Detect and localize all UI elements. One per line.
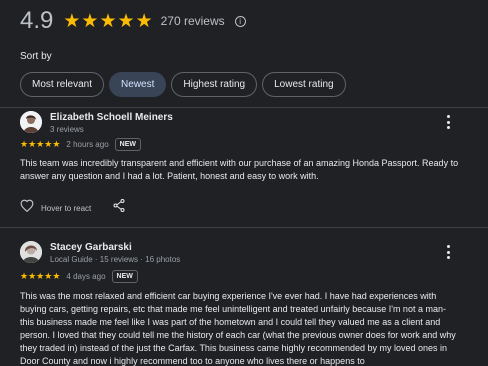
divider bbox=[0, 227, 488, 228]
sort-chip-most-relevant[interactable]: Most relevant bbox=[20, 72, 105, 97]
more-vert-icon[interactable] bbox=[442, 115, 454, 129]
star-icon: ★ bbox=[44, 271, 53, 281]
share-icon[interactable] bbox=[113, 199, 125, 217]
review-count: 270 reviews bbox=[160, 14, 225, 28]
average-stars: ★ ★ ★ ★ ★ bbox=[63, 12, 152, 31]
sort-chip-newest[interactable]: Newest bbox=[109, 72, 167, 97]
star-icon: ★ bbox=[63, 10, 81, 32]
new-badge: NEW bbox=[111, 270, 138, 283]
star-icon: ★ bbox=[81, 10, 99, 32]
star-icon: ★ bbox=[44, 139, 53, 149]
heart-icon[interactable] bbox=[20, 199, 34, 217]
star-icon: ★ bbox=[99, 10, 117, 32]
star-icon: ★ bbox=[117, 10, 135, 32]
star-icon: ★ bbox=[28, 139, 37, 149]
sort-chip-lowest-rating[interactable]: Lowest rating bbox=[262, 72, 346, 97]
average-rating: 4.9 bbox=[20, 7, 54, 34]
reviewer-meta: 3 reviews bbox=[50, 125, 84, 134]
review-stars: ★ ★ ★ ★ ★ bbox=[20, 140, 60, 149]
avatar[interactable] bbox=[20, 111, 42, 133]
review-text: This was the most relaxed and efficient … bbox=[20, 291, 456, 366]
sort-label: Sort by bbox=[20, 51, 52, 62]
divider bbox=[0, 107, 488, 108]
reviewer-meta: Local Guide · 15 reviews · 16 photos bbox=[50, 255, 181, 264]
more-vert-icon[interactable] bbox=[442, 245, 454, 259]
new-badge: NEW bbox=[114, 138, 141, 151]
review-time: 4 days ago bbox=[66, 272, 106, 281]
review-time: 2 hours ago bbox=[66, 140, 109, 149]
review-card: Elizabeth Schoell Meiners 3 reviews ★ ★ … bbox=[20, 111, 468, 221]
star-icon: ★ bbox=[20, 271, 29, 281]
react-label[interactable]: Hover to react bbox=[41, 204, 91, 213]
star-icon: ★ bbox=[36, 271, 45, 281]
star-icon: ★ bbox=[52, 139, 61, 149]
sort-chips: Most relevant Newest Highest rating Lowe… bbox=[20, 72, 346, 97]
review-stars: ★ ★ ★ ★ ★ bbox=[20, 272, 60, 281]
review-rating-row: ★ ★ ★ ★ ★ 2 hours ago NEW bbox=[20, 138, 141, 151]
reviewer-name[interactable]: Stacey Garbarski bbox=[50, 242, 132, 253]
star-icon: ★ bbox=[28, 271, 37, 281]
avatar[interactable] bbox=[20, 241, 42, 263]
info-icon[interactable]: i bbox=[234, 15, 246, 27]
star-icon: ★ bbox=[20, 139, 29, 149]
review-card: Stacey Garbarski Local Guide · 15 review… bbox=[20, 241, 468, 366]
star-icon: ★ bbox=[135, 10, 153, 32]
review-rating-row: ★ ★ ★ ★ ★ 4 days ago NEW bbox=[20, 270, 138, 283]
star-icon: ★ bbox=[52, 271, 61, 281]
star-icon: ★ bbox=[36, 139, 45, 149]
rating-summary: 4.9 ★ ★ ★ ★ ★ 270 reviews i bbox=[20, 6, 246, 36]
review-text: This team was incredibly transparent and… bbox=[20, 158, 459, 181]
reviewer-name[interactable]: Elizabeth Schoell Meiners bbox=[50, 112, 173, 123]
sort-chip-highest-rating[interactable]: Highest rating bbox=[171, 72, 258, 97]
review-actions: Hover to react bbox=[20, 199, 125, 217]
